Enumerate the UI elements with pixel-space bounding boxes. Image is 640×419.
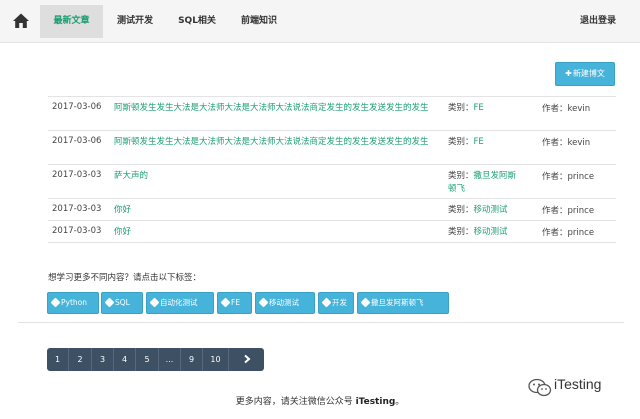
tag-icon [149,297,160,308]
tag-label: 自动化测试 [160,298,198,307]
page-link-10[interactable]: 10 [203,348,229,371]
new-post-button[interactable]: ✚新建博文 [555,62,615,86]
article-category: 类别：FE [448,136,520,149]
tag-icon [321,297,332,308]
tags-prompt: 想学习更多不同内容？请点击以下标签： [48,273,202,283]
article-date: 2017-03-06 [52,136,102,146]
page-footer: 更多内容，请关注微信公众号 iTesting。 [0,394,640,407]
plus-icon: ✚ [565,69,572,78]
article-category: 类别：移动测试 [448,204,520,217]
author-name: kevin [567,104,591,114]
article-category: 类别：撒旦发阿斯顿飞 [448,170,520,196]
tag-icon [360,297,371,308]
category-link[interactable]: 移动测试 [474,205,508,215]
article-date: 2017-03-03 [52,170,102,180]
tag-label: FE [231,298,241,307]
logout-link[interactable]: 退出登录 [580,5,616,38]
author-label: 作者： [542,206,568,216]
tag-label: 开发 [332,298,347,307]
pagination: 1 2 3 4 5 ... 9 10 [47,348,264,371]
home-icon[interactable] [12,12,30,30]
table-row: 2017-03-03 你好 类别：移动测试 作者：prince [48,199,616,221]
article-date: 2017-03-03 [52,226,102,236]
footer-prefix: 更多内容，请关注微信公众号 [235,397,356,407]
author-name: prince [567,206,595,216]
article-title-link[interactable]: 阿斯顿发生发生大法是大法师大法是大法师大法说法商定发生的发生发送发生的发生 [114,136,454,149]
article-author: 作者：kevin [542,136,590,148]
page-link-5[interactable]: 5 [136,348,159,371]
article-category: 类别：移动测试 [448,226,520,239]
article-list: 2017-03-06 阿斯顿发生发生大法是大法师大法是大法师大法说法商定发生的发… [48,96,616,243]
tag-sadanfa[interactable]: 撒旦发阿斯顿飞 [357,292,449,314]
page-link-3[interactable]: 3 [92,348,114,371]
footer-suffix: 。 [395,397,405,407]
nav-tab-frontend[interactable]: 前端知识 [229,5,289,38]
tag-python[interactable]: Python [47,292,99,314]
nav-tab-latest-articles[interactable]: 最新文章 [40,5,103,38]
category-label: 类别： [448,227,474,237]
tag-sql[interactable]: SQL [101,292,143,314]
article-author: 作者：prince [542,226,594,238]
tag-fe[interactable]: FE [217,292,252,314]
category-label: 类别： [448,137,474,147]
table-row: 2017-03-03 萨大声的 类别：撒旦发阿斯顿飞 作者：prince [48,165,616,199]
author-name: prince [567,228,595,238]
tag-mobile-testing[interactable]: 移动测试 [255,292,315,314]
tag-icon [220,297,231,308]
tag-automation-testing[interactable]: 自动化测试 [146,292,214,314]
author-name: kevin [567,138,591,148]
page-link-4[interactable]: 4 [114,348,136,371]
next-page-icon[interactable] [229,348,264,371]
page-link-2[interactable]: 2 [69,348,92,371]
category-link[interactable]: 移动测试 [474,227,508,237]
category-link[interactable]: FE [474,103,484,113]
tag-label: SQL [115,298,130,307]
tag-development[interactable]: 开发 [318,292,354,314]
article-date: 2017-03-03 [52,204,102,214]
tag-label: 撒旦发阿斯顿飞 [371,298,424,307]
section-divider [18,322,624,323]
category-label: 类别： [448,205,474,215]
page-link-9[interactable]: 9 [181,348,203,371]
top-navbar: 最新文章 测试开发 SQL相关 前端知识 退出登录 [0,0,640,43]
author-label: 作者： [542,138,568,148]
category-label: 类别： [448,171,474,181]
category-label: 类别： [448,103,474,113]
nav-tab-sql[interactable]: SQL相关 [168,5,226,38]
table-row: 2017-03-03 你好 类别：移动测试 作者：prince [48,221,616,243]
tag-icon [258,297,269,308]
tag-icon [104,297,115,308]
tag-label: 移动测试 [269,298,299,307]
new-post-label: 新建博文 [572,69,605,78]
page-link-1[interactable]: 1 [47,348,69,371]
article-category: 类别：FE [448,102,520,115]
page-ellipsis: ... [159,348,181,371]
author-label: 作者： [542,172,568,182]
article-title-link[interactable]: 阿斯顿发生发生大法是大法师大法是大法师大法说法商定发生的发生发送发生的发生 [114,102,454,115]
author-label: 作者： [542,104,568,114]
tag-icon [50,297,61,308]
category-link[interactable]: FE [474,137,484,147]
article-title-link[interactable]: 你好 [114,204,454,217]
author-label: 作者： [542,228,568,238]
article-author: 作者：prince [542,204,594,216]
tag-label: Python [61,298,87,307]
article-author: 作者：prince [542,170,594,182]
article-title-link[interactable]: 你好 [114,226,454,239]
footer-account: iTesting [355,397,396,407]
table-row: 2017-03-06 阿斯顿发生发生大法是大法师大法是大法师大法说法商定发生的发… [48,131,616,165]
watermark-text: iTesting [554,376,602,392]
nav-tab-test-dev[interactable]: 测试开发 [106,5,164,38]
author-name: prince [567,172,595,182]
article-title-link[interactable]: 萨大声的 [114,170,454,183]
article-date: 2017-03-06 [52,102,102,112]
table-row: 2017-03-06 阿斯顿发生发生大法是大法师大法是大法师大法说法商定发生的发… [48,97,616,131]
article-author: 作者：kevin [542,102,590,114]
